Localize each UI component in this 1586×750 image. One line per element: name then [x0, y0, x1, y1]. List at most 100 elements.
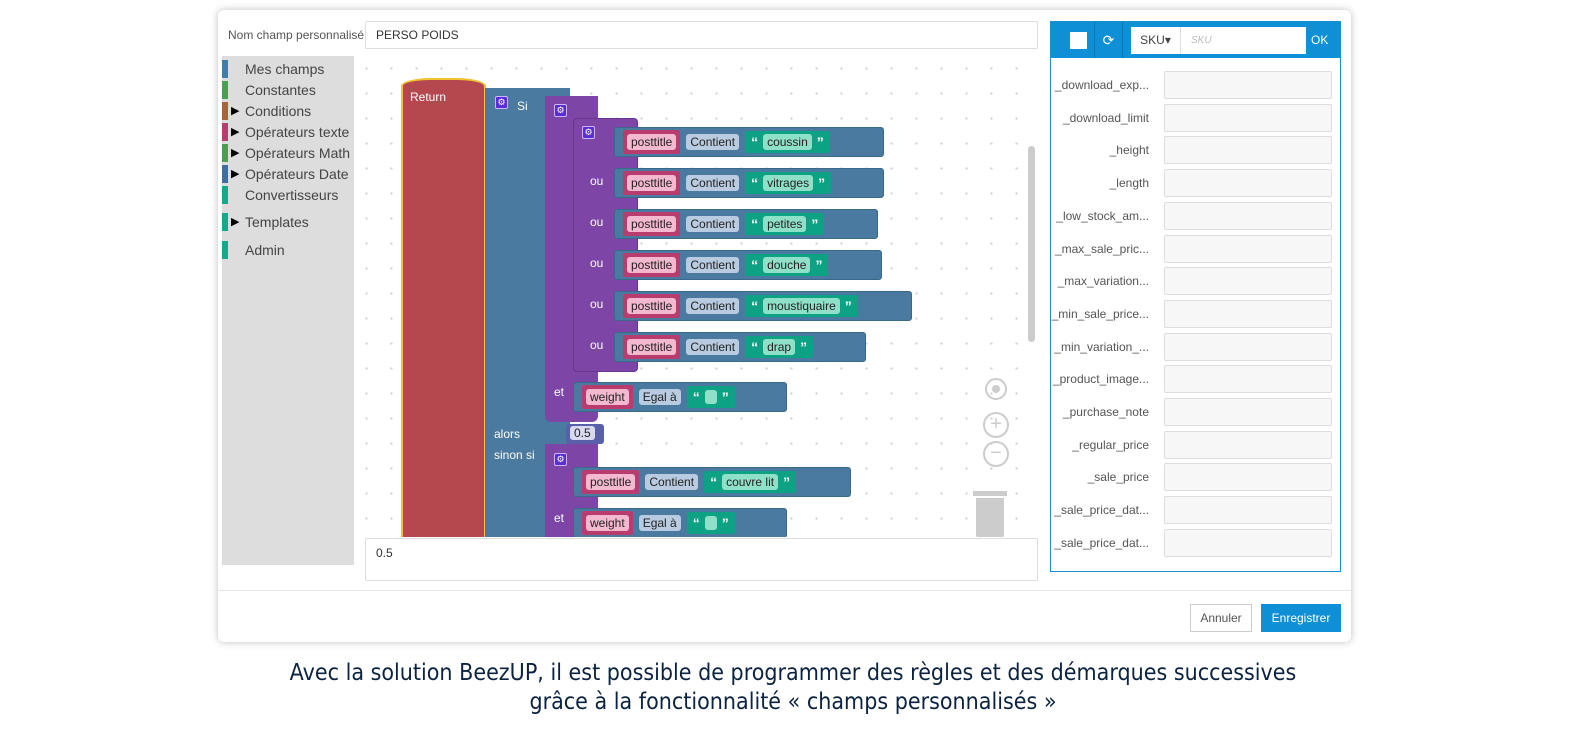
- operator-dropdown[interactable]: Egal à: [638, 515, 681, 531]
- toolbox-item[interactable]: ▶ Opérateurs texte: [222, 122, 354, 141]
- operator-dropdown[interactable]: Contient: [686, 134, 740, 150]
- toolbox-item[interactable]: Mes champs: [222, 59, 354, 78]
- field-input[interactable]: [1164, 496, 1332, 525]
- field-dropdown[interactable]: posttitle: [627, 298, 677, 314]
- category-color: [222, 240, 228, 259]
- field-input[interactable]: [1164, 463, 1332, 492]
- operator-dropdown[interactable]: Contient: [686, 298, 740, 314]
- toolbox-item-label: Mes champs: [245, 60, 325, 77]
- operator-dropdown[interactable]: Contient: [686, 175, 740, 191]
- elseif-weight-condition[interactable]: weight Egal à “”: [573, 508, 787, 537]
- contains-condition[interactable]: posttitle Contient “douche”: [614, 250, 882, 280]
- number-block[interactable]: 0.5: [566, 424, 604, 444]
- operator-dropdown[interactable]: Contient: [686, 216, 740, 232]
- contains-condition[interactable]: posttitle Contient “moustiquaire”: [614, 291, 912, 321]
- refresh-icon[interactable]: ⟳: [1095, 22, 1123, 58]
- operator-dropdown[interactable]: Contient: [686, 339, 740, 355]
- gear-icon[interactable]: ⚙: [582, 126, 595, 139]
- toolbox-item-label: Templates: [245, 213, 309, 230]
- field-dropdown[interactable]: weight: [586, 515, 629, 531]
- field-input[interactable]: [1164, 398, 1332, 426]
- field-label: _purchase_note: [1062, 405, 1149, 419]
- expand-arrow-icon: ▶: [231, 216, 240, 228]
- expand-arrow-icon: ▶: [231, 168, 240, 180]
- trash-icon[interactable]: [976, 498, 1004, 537]
- and-label-2: et: [554, 511, 565, 525]
- field-input[interactable]: [1164, 332, 1332, 361]
- field-dropdown[interactable]: posttitle: [627, 175, 677, 191]
- text-value[interactable]: petites: [763, 216, 807, 232]
- contains-condition[interactable]: posttitle Contient “drap”: [614, 332, 866, 362]
- field-dropdown[interactable]: posttitle: [627, 216, 677, 232]
- name-input[interactable]: PERSO POIDS: [365, 21, 1038, 49]
- zoom-out-icon[interactable]: −: [983, 441, 1009, 467]
- recenter-icon[interactable]: [985, 378, 1007, 400]
- toolbox-item[interactable]: ▶ Opérateurs Math: [222, 143, 354, 162]
- result-textarea[interactable]: 0.5: [365, 538, 1038, 581]
- contains-condition[interactable]: posttitle Contient “petites”: [614, 209, 878, 239]
- field-dropdown[interactable]: posttitle: [627, 339, 677, 355]
- blocks-workspace[interactable]: Return ⚙ Si alors sinon si ⚙ et ⚙ postti…: [354, 56, 1038, 537]
- operator-dropdown[interactable]: Egal à: [638, 389, 681, 405]
- field-dropdown[interactable]: weight: [586, 389, 629, 405]
- text-value[interactable]: moustiquaire: [763, 298, 840, 314]
- field-input[interactable]: [1164, 71, 1332, 99]
- workspace-scrollbar[interactable]: [1028, 146, 1035, 342]
- text-value[interactable]: drap: [763, 339, 796, 355]
- toolbox-item[interactable]: ▶ Templates: [222, 212, 354, 231]
- field-input[interactable]: [1164, 528, 1332, 557]
- contains-condition[interactable]: posttitle Contient “vitrages”: [614, 168, 884, 198]
- operator-dropdown[interactable]: Contient: [686, 257, 740, 273]
- field-input[interactable]: [1164, 267, 1332, 296]
- field-dropdown[interactable]: posttitle: [627, 257, 677, 273]
- field-row: _download_exp...: [1051, 71, 1340, 99]
- ok-button[interactable]: OK: [1311, 33, 1328, 47]
- toolbox-item[interactable]: Constantes: [222, 80, 354, 99]
- or-label: ou: [590, 256, 604, 270]
- field-label: _low_stock_am...: [1056, 208, 1149, 223]
- save-button[interactable]: Enregistrer: [1261, 604, 1341, 632]
- toolbox-item[interactable]: Admin: [222, 240, 354, 259]
- contains-condition[interactable]: posttitle Contient “coussin”: [614, 127, 884, 157]
- field-row: _sale_price_dat...: [1051, 528, 1340, 557]
- then-value[interactable]: 0.5: [570, 426, 595, 440]
- field-input[interactable]: [1164, 365, 1332, 394]
- cancel-button[interactable]: Annuler: [1190, 604, 1252, 632]
- text-value[interactable]: coussin: [763, 134, 812, 150]
- field-input[interactable]: [1164, 169, 1332, 198]
- or-label: ou: [590, 297, 604, 311]
- key-input[interactable]: SKU: [1181, 26, 1306, 54]
- toolbox-item-label: Opérateurs Date: [245, 165, 349, 182]
- field-dropdown[interactable]: posttitle: [586, 474, 636, 490]
- field-input[interactable]: [1164, 299, 1332, 328]
- blocks-toolbox: Mes champs Constantes ▶ Conditions ▶ Opérateu…: [222, 56, 354, 565]
- text-value[interactable]: douche: [763, 257, 811, 273]
- text-value[interactable]: [704, 390, 717, 404]
- toolbox-item-label: Conditions: [245, 102, 312, 119]
- category-color: [222, 143, 228, 162]
- operator-dropdown[interactable]: Contient: [645, 474, 699, 490]
- gear-icon[interactable]: ⚙: [554, 453, 567, 466]
- field-input[interactable]: [1164, 136, 1332, 165]
- toolbox-item[interactable]: Convertisseurs: [222, 185, 354, 204]
- field-input[interactable]: [1164, 234, 1332, 263]
- toolbox-item[interactable]: ▶ Conditions: [222, 101, 354, 120]
- toolbox-item[interactable]: ▶ Opérateurs Date: [222, 164, 354, 183]
- text-value[interactable]: vitrages: [763, 175, 814, 191]
- return-label: Return: [410, 90, 447, 104]
- text-value[interactable]: [704, 516, 717, 530]
- key-select[interactable]: SKU ▾: [1131, 26, 1181, 54]
- zoom-in-icon[interactable]: +: [983, 412, 1009, 438]
- field-input[interactable]: [1164, 201, 1332, 230]
- gear-icon[interactable]: ⚙: [495, 96, 508, 109]
- select-checkbox[interactable]: [1063, 22, 1095, 58]
- return-block[interactable]: [401, 78, 486, 537]
- gear-icon[interactable]: ⚙: [554, 104, 567, 117]
- field-label: _download_exp...: [1054, 78, 1149, 92]
- field-dropdown[interactable]: posttitle: [627, 134, 677, 150]
- text-value[interactable]: couvre lit: [722, 474, 779, 490]
- field-input[interactable]: [1164, 430, 1332, 459]
- elseif-condition[interactable]: posttitle Contient “couvre lit”: [573, 467, 851, 497]
- weight-condition[interactable]: weight Egal à “”: [573, 382, 787, 412]
- field-input[interactable]: [1164, 103, 1332, 132]
